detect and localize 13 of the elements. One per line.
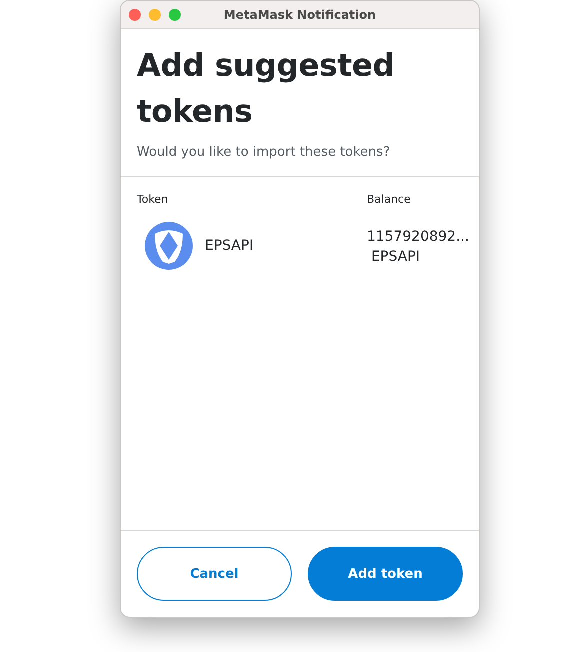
- minimize-light-icon[interactable]: [149, 8, 161, 20]
- close-light-icon[interactable]: [129, 8, 141, 20]
- zoom-light-icon[interactable]: [169, 8, 181, 20]
- column-header: Balance: [367, 193, 411, 206]
- window-title: MetaMask Notification: [224, 8, 376, 22]
- page-heading: Add suggested tokens: [137, 47, 396, 132]
- token-name: EPSAPI: [205, 238, 254, 254]
- add-token-button[interactable]: Add token: [308, 547, 463, 601]
- token-logo-icon: [145, 222, 193, 270]
- subtitle: Would you like to import these tokens?: [137, 145, 392, 160]
- token-balance: 1157920892... EPSAPI: [367, 229, 470, 265]
- cancel-button[interactable]: Cancel: [137, 547, 292, 601]
- column-header: Token: [137, 193, 168, 206]
